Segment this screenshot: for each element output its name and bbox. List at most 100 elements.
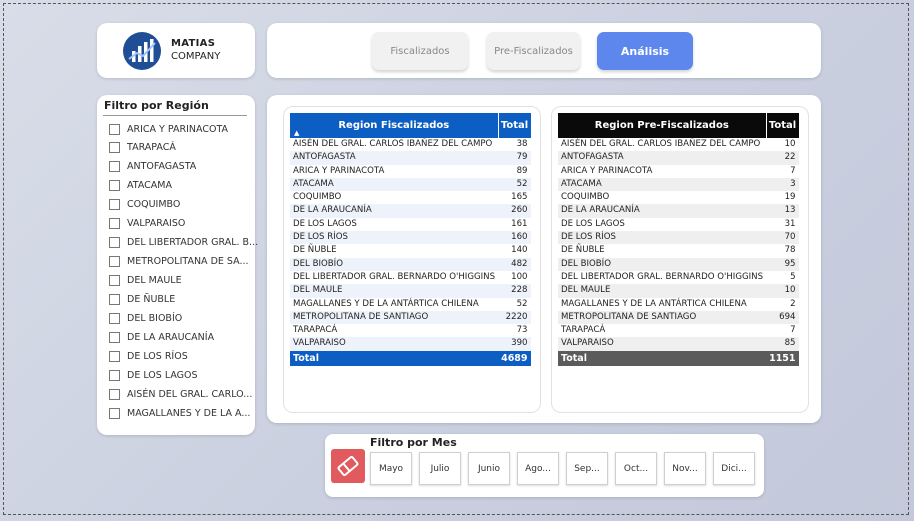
region-filter-item[interactable]: DE LA ARAUCANÍA (109, 329, 214, 345)
region-cell: COQUIMBO (561, 192, 610, 203)
fiscalizados-table-row[interactable]: DE LA ARAUCANÍA 260 (290, 204, 531, 218)
tab-pre-fiscalizados[interactable]: Pre-Fiscalizados (487, 32, 580, 70)
region-filter-item-label: ARICA Y PARINACOTA (127, 123, 229, 135)
checkbox[interactable] (109, 294, 120, 306)
prefiscalizados-table-row[interactable]: VALPARAISO 85 (558, 337, 799, 351)
eraser-icon[interactable] (331, 449, 365, 483)
total-label: Total (290, 350, 499, 366)
prefiscalizados-table-row[interactable]: TARAPACÁ 7 (558, 324, 799, 337)
prefiscalizados-total-header[interactable]: Total (765, 113, 799, 138)
checkbox[interactable] (109, 313, 120, 324)
prefiscalizados-table-row[interactable]: DEL MAULE 10 (558, 284, 799, 298)
fiscalizados-table-row[interactable]: DEL MAULE 228 (290, 284, 531, 298)
fiscalizados-table-row[interactable]: DE LOS LAGOS 161 (290, 218, 531, 231)
prefiscalizados-table-row[interactable]: AISÉN DEL GRAL. CARLOS IBAÑEZ DEL CAMPO 1… (558, 138, 799, 151)
region-filter-item[interactable]: DE ÑUBLE (109, 292, 175, 308)
total-cell: 79 (498, 151, 531, 165)
region-filter-item[interactable]: DEL BIOBÍO (109, 311, 182, 327)
prefiscalizados-table-row[interactable]: ARICA Y PARINACOTA 7 (558, 165, 799, 178)
prefiscalizados-region-header[interactable]: Region Pre-Fiscalizados (558, 113, 767, 138)
fiscalizados-table-row[interactable]: MAGALLANES Y DE LA ANTÁRTICA CHILENA 52 (290, 298, 531, 311)
fiscalizados-table-row[interactable]: DE LOS RÍOS 160 (290, 231, 531, 245)
fiscalizados-table-row[interactable]: ARICA Y PARINACOTA 89 (290, 165, 531, 178)
fiscalizados-region-header[interactable]: Region Fiscalizados ▲ (290, 113, 499, 138)
month-button[interactable]: Junio (468, 452, 510, 485)
checkbox[interactable] (109, 369, 120, 381)
checkbox[interactable] (109, 256, 120, 268)
prefiscalizados-table-row[interactable]: ATACAMA 3 (558, 177, 799, 192)
fiscalizados-table-row[interactable]: ATACAMA 52 (290, 177, 531, 192)
fiscalizados-table-row[interactable]: AISÉN DEL GRAL. CARLOS IBAÑEZ DEL CAMPO 3… (290, 138, 531, 151)
total-cell: 73 (516, 325, 528, 336)
region-filter-item[interactable]: ATACAMA (109, 178, 172, 194)
region-cell: VALPARAISO (290, 337, 499, 351)
fiscalizados-table-row[interactable]: METROPOLITANA DE SANTIAGO 2220 (290, 310, 531, 325)
region-filter-item[interactable]: METROPOLITANA DE SA... (109, 254, 249, 270)
prefiscalizados-table-row[interactable]: METROPOLITANA DE SANTIAGO 694 (558, 310, 799, 325)
checkbox[interactable] (109, 123, 120, 135)
prefiscalizados-table-row[interactable]: MAGALLANES Y DE LA ANTÁRTICA CHILENA 2 (558, 298, 799, 311)
fiscalizados-table-row[interactable]: DE ÑUBLE 140 (290, 244, 531, 257)
total-cell: 228 (498, 284, 531, 298)
checkbox[interactable] (109, 331, 120, 343)
fiscalizados-table-row[interactable]: VALPARAISO 390 (290, 337, 531, 351)
checkbox[interactable] (109, 180, 120, 192)
tables-card: Region Fiscalizados ▲ Total AISÉN DEL GR… (267, 95, 821, 423)
checkbox[interactable] (109, 350, 120, 362)
fiscalizados-table-row[interactable]: DEL LIBERTADOR GRAL. BERNARDO O'HIGGINS 1… (290, 271, 531, 284)
month-button[interactable]: Julio (419, 452, 461, 485)
region-filter-item[interactable]: COQUIMBO (109, 197, 180, 213)
region-filter-item[interactable]: DEL MAULE (109, 273, 182, 289)
checkbox[interactable] (109, 161, 120, 173)
prefiscalizados-table-row[interactable]: DEL BIOBÍO 95 (558, 257, 799, 271)
prefiscalizados-table-row[interactable]: DE ÑUBLE 78 (558, 244, 799, 257)
region-filter-item[interactable]: MAGALLANES Y DE LA A... (109, 405, 250, 421)
total-cell: 161 (511, 218, 528, 229)
prefiscalizados-table-row[interactable]: DE LA ARAUCANÍA 13 (558, 204, 799, 218)
region-filter-divider (103, 115, 247, 116)
month-button[interactable]: Oct... (615, 452, 657, 485)
sort-ascending-icon[interactable]: ▲ (294, 129, 299, 137)
checkbox[interactable] (109, 275, 120, 287)
region-cell: DE ÑUBLE (561, 245, 605, 256)
region-filter-item[interactable]: DE LOS LAGOS (109, 367, 198, 383)
total-value: 4689 (498, 350, 531, 366)
fiscalizados-table-row[interactable]: TARAPACÁ 73 (290, 324, 531, 337)
tab-analisis[interactable]: Análisis (597, 32, 693, 70)
region-filter-item[interactable]: ANTOFAGASTA (109, 159, 196, 175)
region-filter-item[interactable]: DEL LIBERTADOR GRAL. B... (109, 235, 258, 251)
fiscalizados-table-row[interactable]: DEL BIOBÍO 482 (290, 257, 531, 271)
region-filter-item[interactable]: ARICA Y PARINACOTA (109, 121, 228, 137)
checkbox[interactable] (109, 388, 120, 400)
month-button[interactable]: Ago... (517, 452, 559, 485)
month-button[interactable]: Nov... (664, 452, 706, 485)
tab-fiscalizados[interactable]: Fiscalizados (372, 32, 468, 70)
region-filter-item[interactable]: TARAPACÁ (109, 140, 176, 156)
prefiscalizados-table-row[interactable]: DE LOS RÍOS 70 (558, 231, 799, 245)
checkbox[interactable] (109, 142, 120, 154)
region-cell: MAGALLANES Y DE LA ANTÁRTICA CHILENA (293, 298, 479, 309)
fiscalizados-total-header[interactable]: Total (497, 113, 531, 138)
total-cell: 140 (511, 245, 528, 256)
region-filter-item[interactable]: DE LOS RÍOS (109, 348, 188, 364)
month-button[interactable]: Sep... (566, 452, 608, 485)
checkbox[interactable] (109, 218, 120, 230)
checkbox[interactable] (109, 407, 120, 419)
prefiscalizados-table-row[interactable]: DE LOS LAGOS 31 (558, 218, 799, 231)
fiscalizados-table-row[interactable]: COQUIMBO 165 (290, 191, 531, 204)
month-button[interactable]: Dici... (713, 452, 755, 485)
fiscalizados-table-row[interactable]: ANTOFAGASTA 79 (290, 151, 531, 165)
month-button[interactable]: Mayo (370, 452, 412, 485)
checkbox[interactable] (109, 237, 120, 249)
checkbox[interactable] (109, 199, 120, 211)
prefiscalizados-table-row[interactable]: DEL LIBERTADOR GRAL. BERNARDO O'HIGGINS 5 (558, 271, 799, 284)
total-cell: 85 (766, 337, 799, 351)
prefiscalizados-table-row[interactable]: ANTOFAGASTA 22 (558, 151, 799, 165)
region-filter-item-label: DE LOS RÍOS (127, 350, 188, 362)
month-filter-panel: Filtro por Mes Mayo Julio Junio Ago... Sep..… (325, 434, 764, 497)
prefiscalizados-table-row[interactable]: COQUIMBO 19 (558, 191, 799, 204)
total-cell: 13 (766, 204, 799, 218)
region-filter-item[interactable]: AISÉN DEL GRAL. CARLO... (109, 386, 252, 402)
region-cell: ANTOFAGASTA (290, 151, 499, 165)
region-filter-item[interactable]: VALPARAISO (109, 216, 185, 232)
